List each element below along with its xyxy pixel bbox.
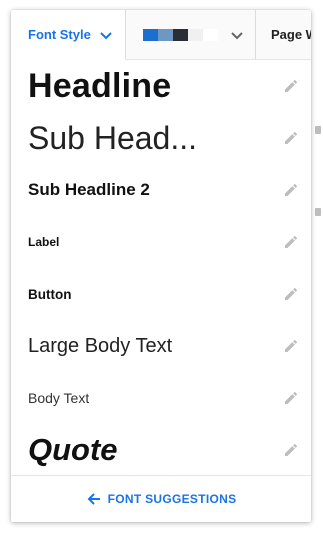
color-swatch — [158, 28, 173, 41]
font-suggestions-button[interactable]: FONT SUGGESTIONS — [11, 475, 311, 522]
pencil-icon[interactable] — [283, 182, 299, 198]
chevron-down-icon — [100, 31, 112, 39]
font-style-label: Quote — [28, 432, 118, 467]
font-style-item-quote[interactable]: Quote — [11, 424, 311, 476]
pencil-icon[interactable] — [283, 338, 299, 354]
font-style-item-large-body-text[interactable]: Large Body Text — [11, 320, 311, 372]
font-style-label: Font Style — [28, 27, 91, 42]
arrow-left-icon — [87, 493, 100, 505]
font-style-list: Headline Sub Head... Sub Headline 2 Labe… — [11, 60, 311, 476]
font-style-item-sub-headline-2[interactable]: Sub Headline 2 — [11, 164, 311, 216]
font-style-label: Large Body Text — [28, 334, 173, 357]
color-swatches — [143, 28, 218, 41]
pencil-icon[interactable] — [283, 78, 299, 94]
chevron-down-icon — [231, 31, 243, 39]
font-style-item-button[interactable]: Button — [11, 268, 311, 320]
font-style-dropdown-panel: Font Style Page W Headline — [11, 10, 311, 522]
page-width-label: Page W — [271, 27, 311, 42]
font-style-label: Label — [28, 235, 60, 249]
pencil-icon[interactable] — [283, 286, 299, 302]
color-palette-tab[interactable] — [126, 10, 256, 60]
pencil-icon[interactable] — [283, 130, 299, 146]
pencil-icon[interactable] — [283, 442, 299, 458]
color-swatch — [173, 28, 188, 41]
font-style-label: Body Text — [28, 390, 90, 406]
color-swatch — [188, 28, 203, 41]
style-toolbar: Font Style Page W — [11, 10, 311, 60]
color-swatch — [143, 28, 158, 41]
font-style-tab[interactable]: Font Style — [11, 10, 126, 60]
color-swatch — [203, 28, 218, 41]
background-app-edge — [311, 60, 323, 530]
pencil-icon[interactable] — [283, 234, 299, 250]
font-style-item-headline[interactable]: Headline — [11, 60, 311, 112]
background-marker — [315, 126, 321, 134]
font-style-item-sub-headline[interactable]: Sub Head... — [11, 112, 311, 164]
font-style-item-body-text[interactable]: Body Text — [11, 372, 311, 424]
font-suggestions-label: FONT SUGGESTIONS — [107, 492, 237, 506]
page-width-tab[interactable]: Page W — [256, 10, 311, 60]
font-style-label: Sub Headline 2 — [28, 180, 150, 199]
font-style-label: Sub Head... — [28, 119, 197, 156]
background-marker — [315, 208, 321, 216]
font-style-item-label[interactable]: Label — [11, 216, 311, 268]
font-style-label: Headline — [28, 66, 172, 105]
pencil-icon[interactable] — [283, 390, 299, 406]
font-style-label: Button — [28, 286, 72, 302]
